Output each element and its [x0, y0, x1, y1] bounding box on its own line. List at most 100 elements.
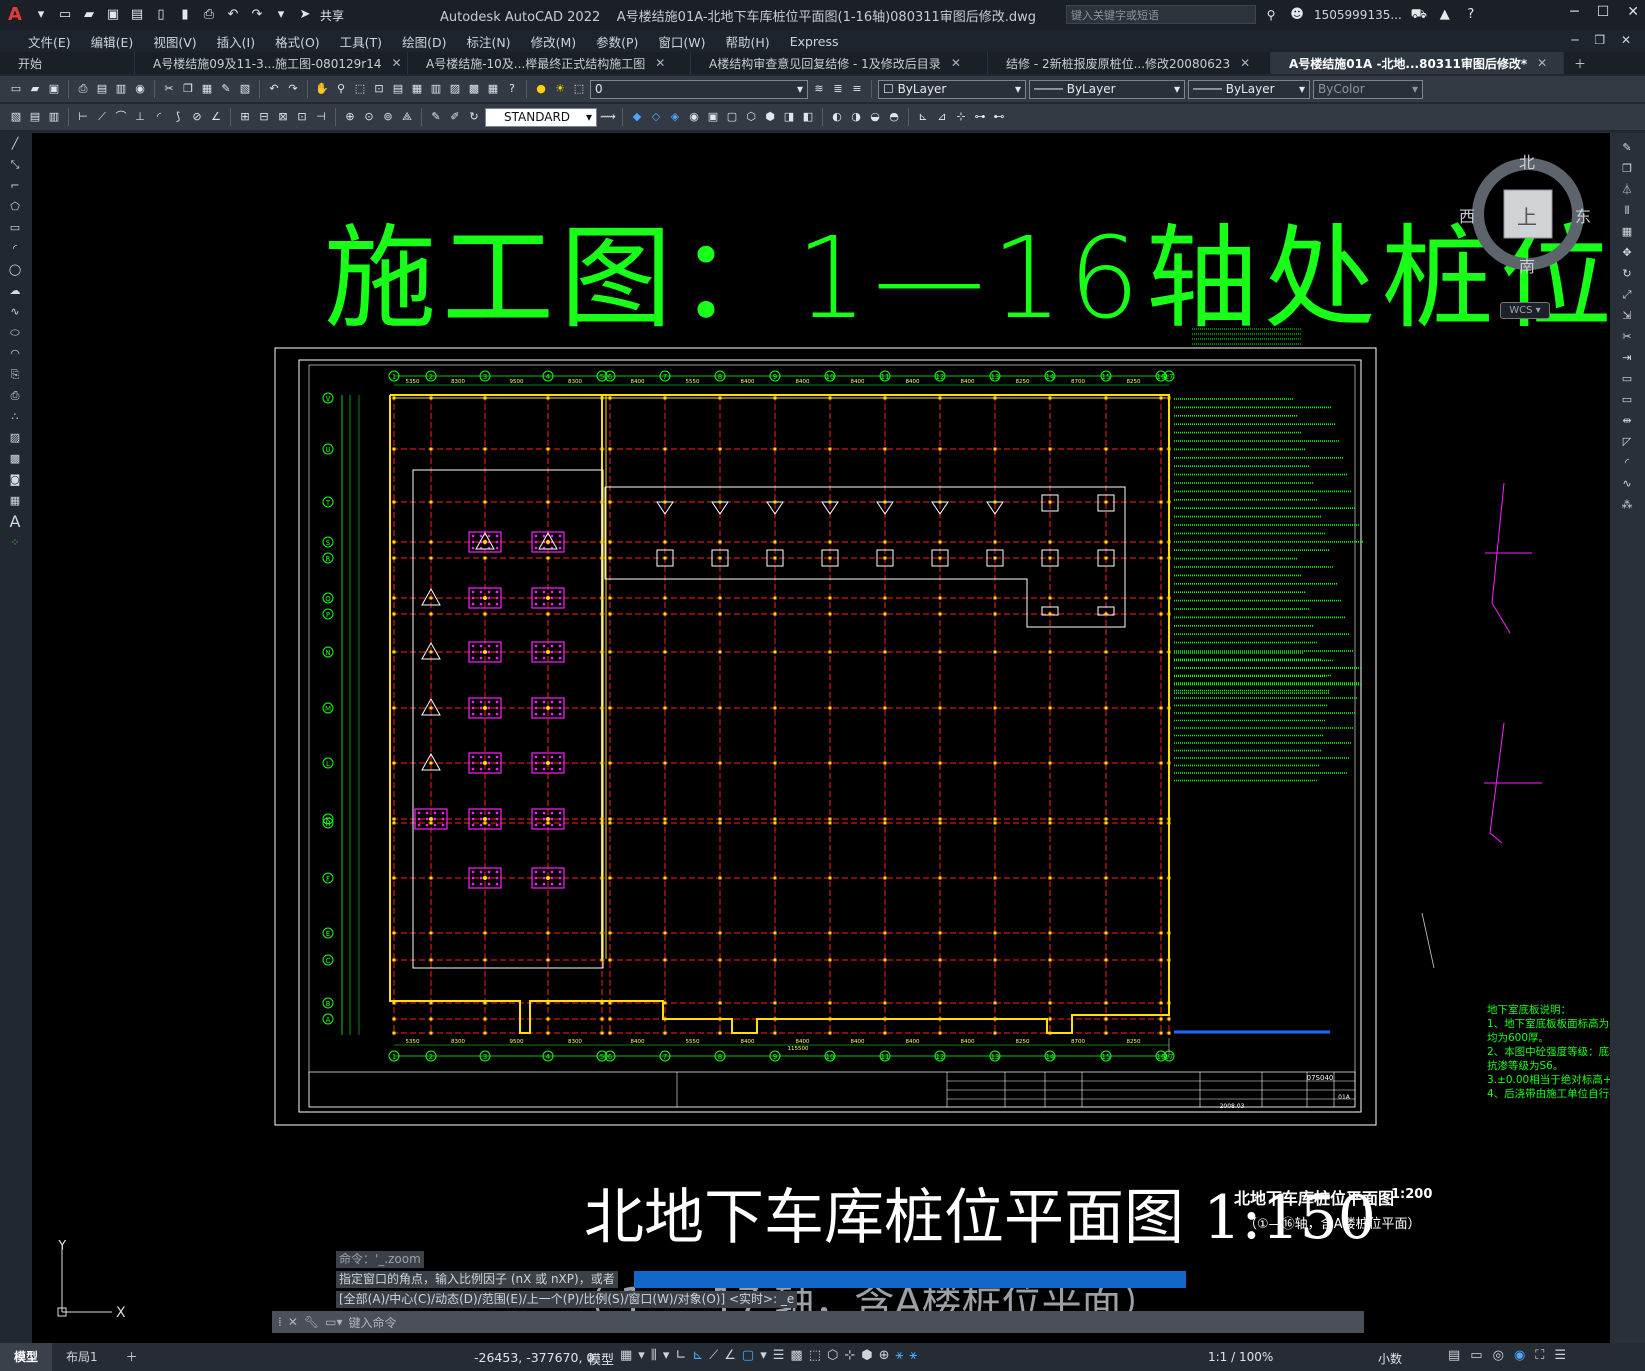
coordinate-readout[interactable]: -26453, -377670, 0 — [474, 1350, 594, 1365]
quick-dim-icon[interactable]: ⊞ — [237, 109, 253, 125]
dropdown-arrow-icon[interactable]: ▾ — [638, 1348, 645, 1363]
blend-icon[interactable]: ∿ — [1618, 476, 1636, 492]
menu-view[interactable]: 视图(V) — [143, 32, 206, 51]
share-button[interactable]: 共享 — [320, 7, 344, 24]
polygon-icon[interactable]: ⬠ — [6, 199, 24, 215]
hatch-icon[interactable]: ▨ — [6, 430, 24, 446]
sheet-set-icon[interactable]: ▨ — [447, 81, 463, 97]
block-editor-icon[interactable]: ▧ — [237, 81, 253, 97]
plot-icon[interactable]: ⎙ — [75, 81, 91, 97]
layer-bulb-icon[interactable]: ● — [533, 81, 549, 97]
make-block-icon[interactable]: ⎙ — [6, 388, 24, 404]
dim-update-icon[interactable]: ↻ — [466, 109, 482, 125]
text-style-dropdown[interactable]: STANDARD ▾ — [485, 107, 597, 127]
ellipse-icon[interactable]: ⬭ — [6, 325, 24, 341]
view-back-icon[interactable]: ◇ — [648, 109, 664, 125]
new-tab-button[interactable]: ＋ — [1564, 52, 1596, 74]
object-snap-icon[interactable]: ▢ — [742, 1348, 754, 1363]
insert-block-icon[interactable]: ⎘ — [6, 367, 24, 383]
gradient-icon[interactable]: ▩ — [6, 451, 24, 467]
grid-icon[interactable]: ▦ — [620, 1348, 632, 1363]
ucs-object-icon[interactable]: ⊷ — [991, 109, 1007, 125]
view-cube[interactable]: 北 南 东 西 上 — [1459, 153, 1591, 276]
model-space-toggle[interactable]: 模型 — [588, 1349, 614, 1368]
view-top-icon[interactable]: ▣ — [705, 109, 721, 125]
command-prompt-icon[interactable]: ▭▾ — [325, 1315, 342, 1329]
save-web-icon[interactable]: ▮ — [176, 6, 194, 24]
zoom-window-icon[interactable]: ⬚ — [352, 81, 368, 97]
view-bottom-icon[interactable]: ▢ — [724, 109, 740, 125]
binoculars-icon[interactable]: ⚲ — [1262, 6, 1280, 24]
save-as-icon[interactable]: ▤ — [128, 6, 146, 24]
angular-icon[interactable]: ∠ — [208, 109, 224, 125]
extend-icon[interactable]: ⇥ — [1618, 350, 1636, 366]
lock-ui-icon[interactable]: ▭ — [1470, 1348, 1482, 1363]
mirror-icon[interactable]: ⏃ — [1618, 182, 1636, 198]
3d-osnap-icon[interactable]: ⬡ — [827, 1348, 838, 1363]
break-icon[interactable]: ▭ — [1618, 392, 1636, 408]
color-dropdown[interactable]: ☐ ByLayer ▾ — [878, 79, 1026, 99]
close-icon[interactable]: ✕ — [1627, 4, 1639, 20]
object-snap-tracking-icon[interactable]: ∠ — [724, 1348, 736, 1363]
view-iso-icon[interactable]: ⬡ — [743, 109, 759, 125]
cut-icon[interactable]: ✂ — [161, 81, 177, 97]
view-iso3-icon[interactable]: ◨ — [781, 109, 797, 125]
gizmo-icon[interactable]: ⊕ — [879, 1348, 890, 1363]
preview-icon[interactable]: ▤ — [94, 81, 110, 97]
save-icon[interactable]: ▣ — [46, 81, 62, 97]
transparency-icon[interactable]: ▩ — [790, 1348, 802, 1363]
drawing-canvas[interactable]: 1 1 2 2 3 3 4 4 5 5 6 6 7 7 8 8 9 9 10 10 11 11 12 12 13 13 14 14 15… — [32, 133, 1610, 1343]
chamfer-icon[interactable]: ◸ — [1618, 434, 1636, 450]
menu-window[interactable]: 窗口(W) — [648, 32, 715, 51]
lineweight-icon[interactable]: ☰ — [773, 1348, 785, 1363]
view-front-icon[interactable]: ◆ — [629, 109, 645, 125]
dim-style-icon[interactable]: ▧ — [8, 109, 24, 125]
user-icon[interactable]: ☻ — [1288, 6, 1306, 24]
quick-properties-icon[interactable]: ▤ — [1448, 1348, 1460, 1363]
break-icon[interactable]: ⊣ — [313, 109, 329, 125]
command-input[interactable]: 键入命令 — [349, 1314, 397, 1331]
jogged-linear-icon[interactable]: ⟁ — [399, 109, 415, 125]
dropdown-arrow-icon[interactable]: ▾ — [32, 6, 50, 24]
zoom-previous-icon[interactable]: ⊡ — [371, 81, 387, 97]
new-icon[interactable]: ▭ — [8, 81, 24, 97]
diameter-icon[interactable]: ⊘ — [189, 109, 205, 125]
menu-insert[interactable]: 插入(I) — [207, 32, 265, 51]
tab-layout1[interactable]: 布局1 — [52, 1343, 112, 1371]
units-display[interactable]: 小数 — [1378, 1350, 1402, 1367]
open-web-icon[interactable]: ▯ — [152, 6, 170, 24]
view-right-icon[interactable]: ◉ — [686, 109, 702, 125]
layer-previous-icon[interactable]: ≡ — [849, 81, 865, 97]
polyline-icon[interactable]: ⌐ — [6, 178, 24, 194]
undo-icon[interactable]: ↶ — [224, 6, 242, 24]
space-icon[interactable]: ⊡ — [294, 109, 310, 125]
render-icon[interactable]: ◑ — [848, 109, 864, 125]
paste-icon[interactable]: ▦ — [199, 81, 215, 97]
wrench-icon[interactable]: 🔧︎ — [304, 1315, 319, 1329]
dim-edit-icon[interactable]: ✎ — [428, 109, 444, 125]
close-tab-icon[interactable]: ✕ — [655, 56, 665, 70]
tab-document[interactable]: A号楼结施-10及...榉最终正式结构施工图 ✕ — [408, 52, 691, 74]
isolate-objects-icon[interactable]: ◎ — [1493, 1348, 1504, 1363]
markup-icon[interactable]: ▩ — [466, 81, 482, 97]
spline-icon[interactable]: ∿ — [6, 304, 24, 320]
undo-icon[interactable]: ↶ — [266, 81, 282, 97]
dropdown-arrow-icon[interactable]: ▾ — [760, 1348, 767, 1363]
layer-properties-icon[interactable]: ≋ — [811, 81, 827, 97]
match-properties-icon[interactable]: ✎ — [218, 81, 234, 97]
menu-dimension[interactable]: 标注(N) — [456, 32, 520, 51]
redo-icon[interactable]: ↷ — [285, 81, 301, 97]
offset-icon[interactable]: ⫴ — [1618, 203, 1636, 219]
erase-icon[interactable]: ✎ — [1618, 140, 1636, 156]
tab-document[interactable]: 结修 - 2新桩报废原桩位...修改20080623 ✕ — [988, 52, 1271, 74]
auto-scale-icon[interactable]: ⚹ — [909, 1348, 917, 1363]
continue-icon[interactable]: ⊠ — [275, 109, 291, 125]
add-layout-button[interactable]: ＋ — [112, 1343, 152, 1371]
tab-active-document[interactable]: A号楼结施01A -北地...80311审图后修改* ✕ — [1271, 52, 1564, 74]
view-cube-west[interactable]: 西 — [1459, 203, 1475, 227]
menu-parametric[interactable]: 参数(P) — [586, 32, 648, 51]
ortho-icon[interactable]: ∟ — [675, 1348, 686, 1363]
save-icon[interactable]: ▣ — [104, 6, 122, 24]
ucs-icon[interactable]: ⊾ — [915, 109, 931, 125]
tool-palettes-icon[interactable]: ▥ — [428, 81, 444, 97]
